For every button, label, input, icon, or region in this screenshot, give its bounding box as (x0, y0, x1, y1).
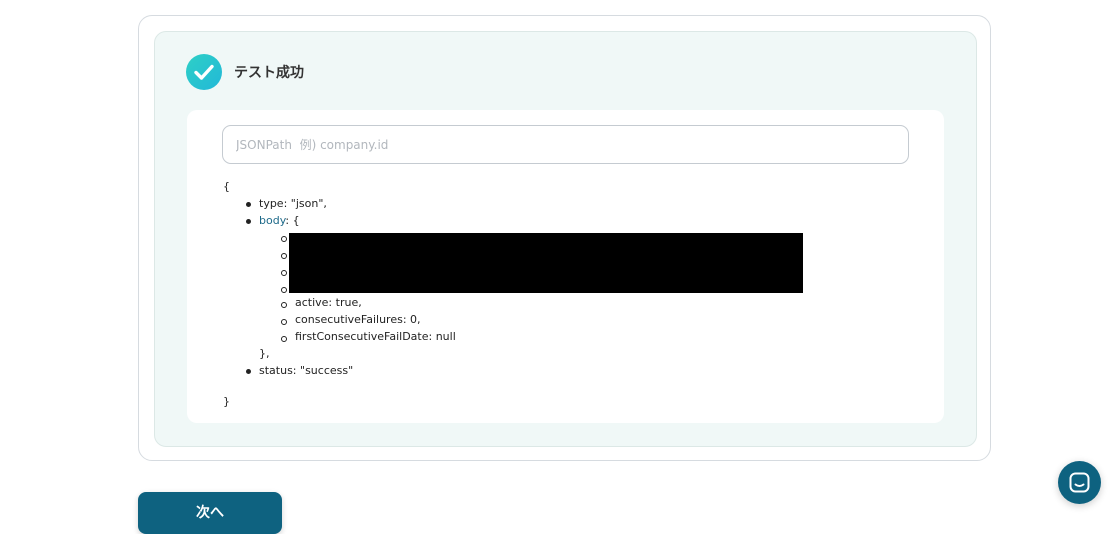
json-open-brace: { (223, 180, 230, 193)
jsonpath-input[interactable] (222, 125, 909, 164)
list-bullet (246, 219, 251, 224)
json-type-line: type: "json", (259, 197, 327, 210)
json-body-open: : { (285, 214, 300, 227)
json-fail-date-line: firstConsecutiveFailDate: null (295, 330, 456, 343)
json-body-key[interactable]: body (259, 214, 285, 227)
json-close-brace: } (223, 395, 230, 408)
json-body-close: }, (259, 347, 270, 360)
list-bullet (246, 369, 251, 374)
chat-button[interactable] (1058, 461, 1101, 504)
json-active-line: active: true, (295, 296, 362, 309)
list-bullet (246, 202, 251, 207)
list-bullet-circle (281, 336, 287, 342)
json-body-line: body: { (259, 212, 300, 229)
list-bullet-circle (281, 287, 287, 293)
redaction-block (289, 233, 803, 293)
json-failures-line: consecutiveFailures: 0, (295, 313, 421, 326)
test-success-title: テスト成功 (234, 65, 304, 81)
chat-bubble-icon (1069, 472, 1090, 493)
check-circle-icon (186, 54, 222, 90)
list-bullet-circle (281, 302, 287, 308)
next-button[interactable]: 次へ (138, 492, 282, 534)
list-bullet-circle (281, 236, 287, 242)
json-status-line: status: "success" (259, 364, 354, 377)
list-bullet-circle (281, 253, 287, 259)
list-bullet-circle (281, 319, 287, 325)
list-bullet-circle (281, 270, 287, 276)
